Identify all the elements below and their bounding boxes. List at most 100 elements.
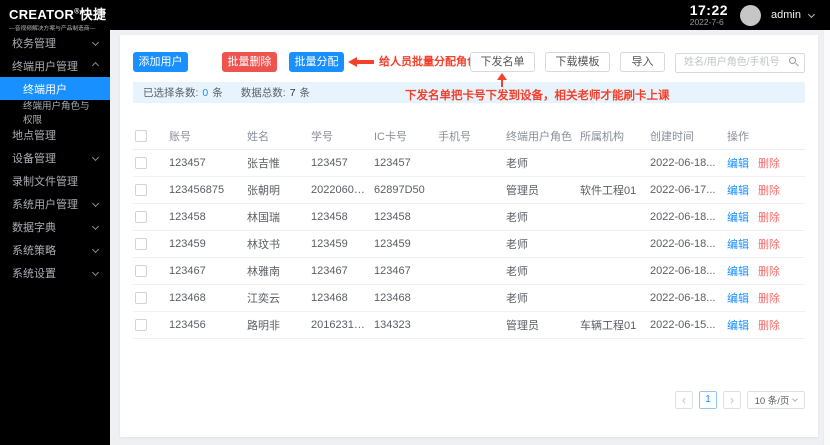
edit-link[interactable]: 编辑: [727, 185, 749, 197]
cell-org: [578, 230, 648, 258]
chevron-down-icon: [91, 222, 100, 231]
col-student-no: 学号: [309, 123, 372, 150]
annotation-arrow-left-icon: [348, 57, 375, 67]
sidebar-item-label: 设备管理: [12, 152, 56, 165]
delete-link[interactable]: 删除: [758, 158, 780, 170]
total-count: 7: [289, 86, 296, 99]
cell-name: 张朝明: [245, 176, 309, 204]
delete-link[interactable]: 删除: [758, 239, 780, 251]
chevron-down-icon: [91, 38, 100, 47]
logo-brand-en: CREATOR: [9, 7, 75, 22]
row-checkbox[interactable]: [135, 318, 147, 331]
chevron-down-icon: [91, 268, 100, 277]
cell-role: 管理员: [504, 176, 578, 204]
search-input[interactable]: [675, 52, 805, 73]
cell-student-no: 123458: [309, 203, 372, 231]
row-checkbox[interactable]: [135, 210, 147, 223]
edit-link[interactable]: 编辑: [727, 212, 749, 224]
clock: 17:22 2022-7-6: [689, 1, 729, 28]
sidebar-item-label: 终端用户管理: [12, 60, 78, 73]
delete-link[interactable]: 删除: [758, 185, 780, 197]
edit-link[interactable]: 编辑: [727, 158, 749, 170]
edit-link[interactable]: 编辑: [727, 266, 749, 278]
delete-link[interactable]: 删除: [758, 320, 780, 332]
sidebar-nav: 校务管理 终端用户管理 终端用户 终端用户角色与权限 地点管理 设备管理 录制文…: [0, 31, 110, 284]
row-checkbox[interactable]: [135, 156, 147, 169]
batch-assign-button[interactable]: 批量分配: [289, 52, 344, 72]
cell-phone: [436, 149, 504, 177]
cell-account: 123457: [167, 149, 245, 177]
cell-org: [578, 284, 648, 312]
delete-link[interactable]: 删除: [758, 266, 780, 278]
cell-created: 2022-06-18...: [648, 284, 725, 312]
cell-name: 路明非: [245, 311, 309, 339]
search-icon[interactable]: [789, 57, 796, 64]
page-size-select[interactable]: 10 条/页: [747, 391, 805, 409]
edit-link[interactable]: 编辑: [727, 293, 749, 305]
row-checkbox[interactable]: [135, 264, 147, 277]
sidebar-item-device-mgmt[interactable]: 设备管理: [0, 146, 110, 169]
annotation-send-note: 下发名单把卡号下发到设备，相关老师才能刷卡上课: [405, 90, 670, 102]
delete-link[interactable]: 删除: [758, 293, 780, 305]
cell-ic-card: 134323: [372, 311, 436, 339]
sidebar-item-label: 终端用户角色与权限: [23, 100, 90, 126]
pagination: ‹ 1 › 10 条/页: [675, 391, 805, 409]
col-phone: 手机号: [436, 123, 504, 150]
clock-time: 17:22: [689, 1, 729, 18]
row-checkbox[interactable]: [135, 183, 147, 196]
cell-phone: [436, 311, 504, 339]
chevron-down-icon: [792, 396, 799, 402]
user-table: 账号 姓名 学号 IC卡号 手机号 终端用户角色 所属机构 创建时间 操作 12…: [133, 123, 805, 339]
avatar[interactable]: [740, 4, 762, 26]
cell-role: 老师: [504, 284, 578, 312]
sidebar-item-terminal-user-mgmt[interactable]: 终端用户管理: [0, 54, 110, 77]
import-button[interactable]: 导入: [620, 52, 665, 72]
sidebar-item-system-settings[interactable]: 系统设置: [0, 261, 110, 284]
cell-created: 2022-06-15...: [648, 311, 725, 339]
sidebar-item-data-dictionary[interactable]: 数据字典: [0, 215, 110, 238]
sidebar-item-recording-files[interactable]: 录制文件管理: [0, 169, 110, 192]
download-template-button[interactable]: 下载模板: [545, 52, 610, 72]
cell-role: 老师: [504, 149, 578, 177]
cell-role: 老师: [504, 257, 578, 285]
table-row: 123457 张吉惟 123457 123457 老师 2022-06-18..…: [133, 149, 805, 177]
table-row: 123467 林雅南 123467 123467 老师 2022-06-18..…: [133, 257, 805, 285]
cell-student-no: 201623189...: [309, 311, 372, 339]
cell-account: 123458: [167, 203, 245, 231]
scrollbar[interactable]: [823, 30, 830, 445]
row-checkbox[interactable]: [135, 291, 147, 304]
delete-link[interactable]: 删除: [758, 212, 780, 224]
sidebar-item-school-affairs[interactable]: 校务管理: [0, 31, 110, 54]
col-created: 创建时间: [648, 123, 725, 150]
cell-phone: [436, 176, 504, 204]
next-page-button[interactable]: ›: [723, 391, 741, 409]
current-page-button[interactable]: 1: [699, 391, 717, 409]
edit-link[interactable]: 编辑: [727, 239, 749, 251]
sidebar-item-label: 系统设置: [12, 267, 56, 280]
batch-delete-button[interactable]: 批量删除: [222, 52, 277, 72]
row-checkbox[interactable]: [135, 237, 147, 250]
sidebar-item-label: 系统策略: [12, 244, 56, 257]
sidebar-item-terminal-user-roles[interactable]: 终端用户角色与权限: [0, 100, 110, 126]
edit-link[interactable]: 编辑: [727, 320, 749, 332]
username[interactable]: admin: [771, 9, 801, 21]
selected-label: 已选择条数:: [143, 87, 199, 99]
chevron-down-icon[interactable]: [807, 10, 816, 18]
cell-student-no: 123459: [309, 230, 372, 258]
sidebar-item-label: 地点管理: [12, 129, 56, 142]
select-all-checkbox[interactable]: [135, 129, 147, 142]
sidebar-item-location-mgmt[interactable]: 地点管理: [0, 123, 110, 146]
main-panel: 添加用户 批量删除 批量分配 给人员批量分配角色 下发名单 下载模板 导入 下发…: [120, 35, 818, 437]
add-user-button[interactable]: 添加用户: [133, 52, 188, 72]
sidebar: CREATOR®快捷 —音视频解决方案与产品制造商— 校务管理 终端用户管理 终…: [0, 0, 110, 445]
cell-org: [578, 203, 648, 231]
cell-ic-card: 62897D50: [372, 176, 436, 204]
sidebar-item-system-policy[interactable]: 系统策略: [0, 238, 110, 261]
cell-role: 老师: [504, 230, 578, 258]
sidebar-item-system-user-mgmt[interactable]: 系统用户管理: [0, 192, 110, 215]
send-list-button[interactable]: 下发名单: [470, 52, 535, 72]
cell-account: 123467: [167, 257, 245, 285]
cell-phone: [436, 257, 504, 285]
prev-page-button[interactable]: ‹: [675, 391, 693, 409]
cell-created: 2022-06-18...: [648, 257, 725, 285]
